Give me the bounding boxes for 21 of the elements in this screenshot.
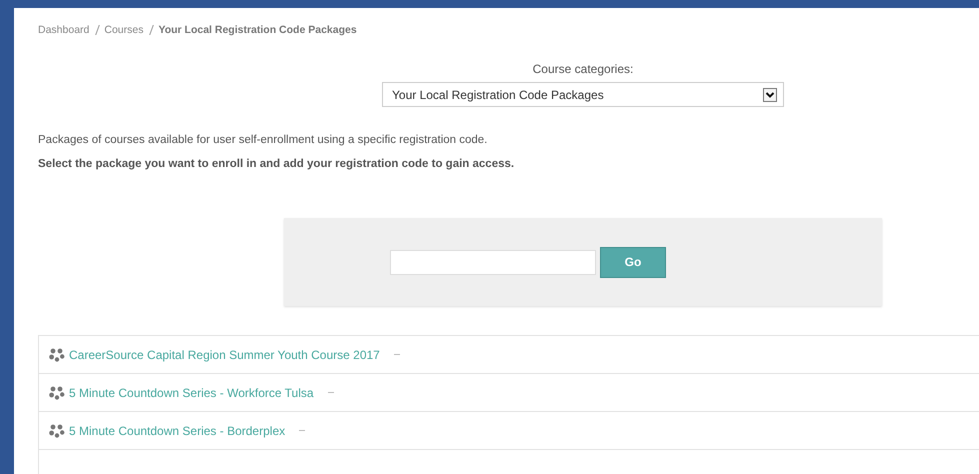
breadcrumb-link[interactable]: Dashboard [38, 24, 90, 36]
package-icon [49, 348, 65, 362]
package-icon [49, 424, 65, 438]
breadcrumb-link[interactable]: Courses [104, 24, 144, 36]
package-link[interactable]: 5 Minute Countdown Series - Workforce Tulsa [69, 386, 314, 400]
dash-icon [394, 354, 400, 355]
package-link[interactable]: 5 Minute Countdown Series - Borderplex [69, 424, 286, 438]
category-label: Course categories: [532, 62, 634, 76]
breadcrumb-separator-icon [96, 25, 100, 35]
instruction-text: Select the package you want to enroll in and add your registration code to gain access. [38, 158, 516, 170]
go-button[interactable]: Go [600, 246, 666, 278]
intro-text: Packages of courses available for user self-enrollment using a specific registration code. [38, 134, 488, 146]
dash-icon [328, 392, 334, 393]
package-link[interactable]: CareerSource Capital Region Summer Youth Course 2017 [69, 348, 380, 362]
dropdown-caret-icon [763, 88, 777, 102]
package-icon [49, 386, 65, 400]
dash-icon [299, 430, 306, 431]
breadcrumb-link[interactable]: Your Local Registration Code Packages [158, 24, 357, 36]
registration-code-field[interactable] [390, 250, 596, 274]
breadcrumb-separator-icon [150, 25, 154, 35]
category-dropdown[interactable]: Your Local Registration Code Packages [382, 82, 784, 107]
